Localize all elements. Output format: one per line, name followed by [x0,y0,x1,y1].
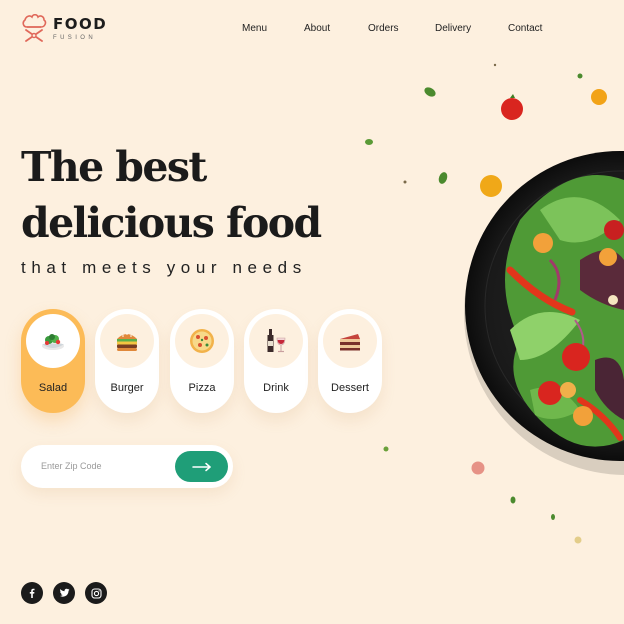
arrow-right-icon [191,462,211,471]
category-label: Salad [38,382,68,394]
twitter-icon [59,588,70,597]
nav-delivery[interactable]: Delivery [435,23,471,34]
category-pizza[interactable]: Pizza [170,309,234,413]
zip-submit-button[interactable] [175,451,228,482]
headline-line-1: The best [21,143,207,191]
category-salad[interactable]: Salad [21,309,85,413]
salad-plate-image [365,63,624,544]
facebook-button[interactable] [21,582,43,604]
category-label: Burger [110,382,144,394]
nav-orders[interactable]: Orders [368,23,399,34]
burger-icon [100,314,154,368]
category-drink[interactable]: Drink [244,309,308,413]
drink-icon [249,314,303,368]
facebook-icon [29,588,35,598]
nav-contact[interactable]: Contact [508,23,542,34]
instagram-icon [90,587,102,599]
twitter-button[interactable] [53,582,75,604]
salad-icon [26,314,80,368]
zip-code-form [21,445,233,488]
category-burger[interactable]: Burger [95,309,159,413]
hero-tagline: that meets your needs [21,258,307,277]
pizza-icon [175,314,229,368]
nav-menu[interactable]: Menu [242,23,267,34]
nav-about[interactable]: About [304,23,330,34]
top-nav: Menu About Orders Delivery Contact [0,23,624,37]
hero-headline: The best delicious food [21,139,322,251]
headline-line-2: delicious food [21,199,322,247]
zip-code-input[interactable] [41,455,171,477]
instagram-button[interactable] [85,582,107,604]
category-label: Drink [263,382,289,394]
category-label: Pizza [188,382,216,394]
